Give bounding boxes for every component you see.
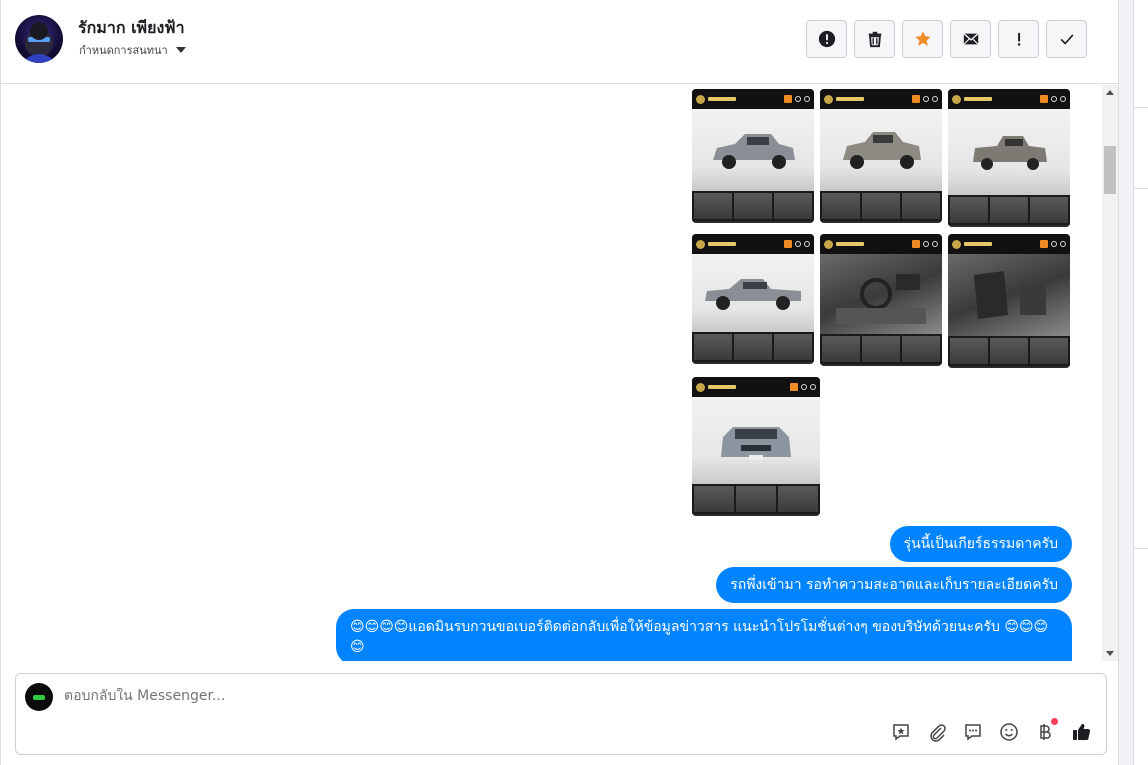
alert-button[interactable] <box>806 20 847 58</box>
scroll-down-arrow-icon[interactable] <box>1106 651 1114 656</box>
scroll-up-arrow-icon[interactable] <box>1106 90 1114 95</box>
thumbs-up-icon <box>1073 723 1091 740</box>
reply-input[interactable] <box>64 688 764 704</box>
message-thread[interactable]: รุ่นนี้เป็นเกียร์ธรรมดาครับ รถพึ่งเข้ามา… <box>1 85 1102 661</box>
car-photo-attachment[interactable] <box>692 234 814 364</box>
star-icon <box>914 31 931 46</box>
right-side-panel <box>1118 0 1148 765</box>
contact-name[interactable]: รักมาก เพียงฟ้า <box>78 16 185 41</box>
car-photo-attachment[interactable] <box>692 89 814 223</box>
star-button[interactable] <box>902 20 943 58</box>
delete-button[interactable] <box>854 20 895 58</box>
contact-info-panel <box>1133 0 1148 765</box>
chat-template-button[interactable] <box>962 721 984 743</box>
caret-down-icon <box>175 47 186 53</box>
attach-button[interactable] <box>926 721 948 743</box>
emoji-button[interactable] <box>998 721 1020 743</box>
thread-scrollbar[interactable] <box>1102 85 1119 661</box>
contact-avatar[interactable] <box>15 15 63 63</box>
divider <box>1133 188 1148 189</box>
message-bubble[interactable]: รุ่นนี้เป็นเกียร์ธรรมดาครับ <box>889 526 1072 562</box>
trash-icon <box>868 31 881 48</box>
car-photo-attachment[interactable] <box>820 89 942 223</box>
divider <box>1133 548 1148 549</box>
check-icon <box>1060 34 1073 45</box>
smiley-icon <box>1000 723 1018 741</box>
header-actions <box>806 20 1087 58</box>
paperclip-icon <box>930 724 946 742</box>
mark-unread-button[interactable] <box>950 20 991 58</box>
conversation-panel: รักมาก เพียงฟ้า กำหนดการสนทนา รุ่นนี้เป็… <box>0 0 1119 765</box>
message-bubble[interactable]: รถพึ่งเข้ามา รอทำความสะอาดและเก็บรายละเอ… <box>716 567 1072 603</box>
exclamation-icon <box>1017 32 1020 46</box>
payment-button[interactable] <box>1034 718 1058 743</box>
divider <box>1133 107 1148 108</box>
assign-label: กำหนดการสนทนา <box>79 44 168 57</box>
assign-conversation-dropdown[interactable]: กำหนดการสนทนา <box>79 41 186 59</box>
spam-button[interactable] <box>998 20 1039 58</box>
car-photo-attachment[interactable] <box>820 234 942 366</box>
done-button[interactable] <box>1046 20 1087 58</box>
star-speech-bubble-icon <box>893 724 909 741</box>
conversation-header: รักมาก เพียงฟ้า กำหนดการสนทนา <box>1 0 1119 84</box>
page-avatar <box>25 683 53 711</box>
notification-dot <box>1051 718 1058 725</box>
composer-tools <box>890 718 1092 743</box>
car-photo-attachment[interactable] <box>948 234 1070 368</box>
baht-icon <box>1040 724 1051 740</box>
exclamation-circle-icon <box>818 30 835 48</box>
reply-composer <box>15 673 1107 755</box>
message-bubble[interactable]: 😊😊😊😊แอดมินรบกวนขอเบอร์ติดต่อกลับเพื่อให้… <box>336 609 1072 661</box>
car-photo-attachment[interactable] <box>692 377 820 516</box>
scroll-thumb[interactable] <box>1104 146 1116 194</box>
inbox-conversation-view: รักมาก เพียงฟ้า กำหนดการสนทนา รุ่นนี้เป็… <box>0 0 1148 765</box>
envelope-icon <box>963 33 978 45</box>
saved-replies-button[interactable] <box>890 721 912 743</box>
speech-bubble-icon <box>965 724 981 741</box>
like-button[interactable] <box>1070 721 1092 743</box>
car-photo-attachment[interactable] <box>948 89 1070 227</box>
